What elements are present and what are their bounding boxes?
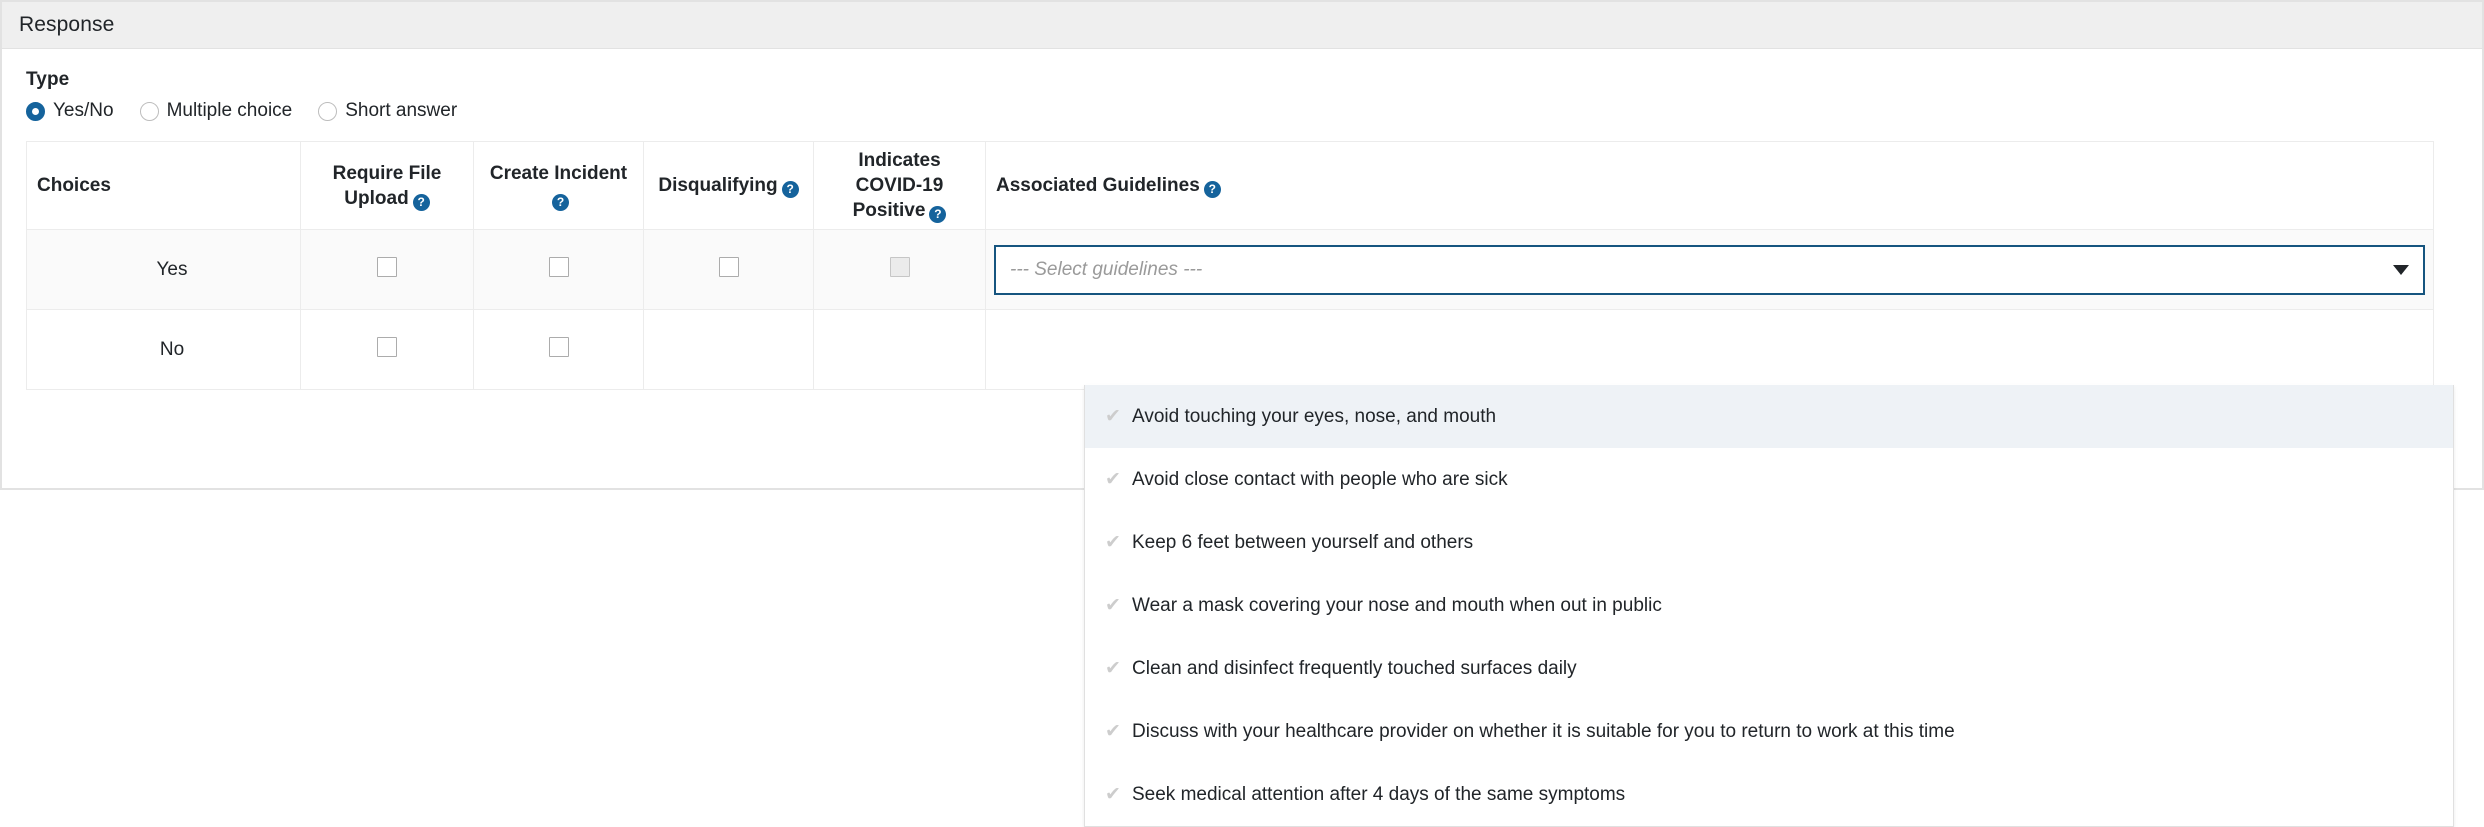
dropdown-option-2[interactable]: ✔ Keep 6 feet between yourself and other… [1085,511,2453,574]
header-disqualifying: Disqualifying? [643,140,814,231]
dropdown-option-4[interactable]: ✔ Clean and disinfect frequently touched… [1085,637,2453,700]
radio-dot-icon [26,101,45,121]
cell-associated-guidelines-yes: --- Select guidelines --- [985,229,2434,311]
dropdown-option-5[interactable]: ✔ Discuss with your healthcare provider … [1085,700,2453,763]
header-create-incident: Create Incident? [473,140,644,231]
guidelines-select-value: --- Select guidelines --- [1010,258,1203,280]
header-choices: Choices [26,140,301,231]
dropdown-option-label: Clean and disinfect frequently touched s… [1132,657,1577,679]
radio-dot-icon [139,101,159,121]
check-icon: ✔ [1105,784,1121,805]
choice-label: Yes [156,258,188,280]
cell-associated-guidelines-no [985,309,2434,391]
dropdown-option-label: Keep 6 feet between yourself and others [1132,531,1474,553]
choice-label: No [159,338,185,360]
check-icon: ✔ [1105,532,1121,553]
checkbox-require-file-upload[interactable] [377,256,397,277]
cell-choice-no: No [26,309,301,391]
header-associated-guidelines-label: Associated Guidelines [996,175,1200,197]
panel-body: Type Yes/No Multiple choice Short answer… [2,49,2482,391]
check-icon: ✔ [1105,595,1121,616]
dropdown-option-label: Avoid touching your eyes, nose, and mout… [1132,405,1497,427]
check-icon: ✔ [1105,406,1121,427]
chevron-down-icon [2393,264,2409,275]
help-icon[interactable]: ? [412,193,430,211]
checkbox-create-incident[interactable] [548,256,569,277]
cell-indicates-covid-positive-no [813,309,986,391]
help-icon[interactable]: ? [552,193,569,211]
panel-header: Response [2,2,2482,49]
table-row: Yes --- Select guidelines --- [26,229,2434,311]
check-icon: ✔ [1105,658,1121,679]
dropdown-option-label: Seek medical attention after 4 days of t… [1132,783,1626,805]
cell-indicates-covid-positive-yes [813,229,986,311]
radio-dot-icon [318,101,338,121]
header-disqualifying-label: Disqualifying [658,175,778,197]
radio-short-answer-label: Short answer [345,100,458,121]
cell-disqualifying-no [643,309,814,391]
dropdown-option-label: Wear a mask covering your nose and mouth… [1132,594,1662,616]
dropdown-option-label: Avoid close contact with people who are … [1132,468,1508,490]
table-row: No [26,309,2434,391]
radio-yes-no[interactable]: Yes/No [26,100,114,122]
cell-create-incident-yes [473,229,644,311]
choices-table-head: Choices Require File Upload? Create Inci… [26,140,2434,231]
cell-require-file-upload-no [300,309,474,391]
cell-choice-yes: Yes [26,229,301,311]
checkbox-disqualifying[interactable] [718,256,739,277]
type-radio-group: Yes/No Multiple choice Short answer [26,100,2458,122]
header-require-file-upload: Require File Upload? [300,140,474,231]
radio-multiple-choice-label: Multiple choice [166,100,293,121]
dropdown-option-6[interactable]: ✔ Seek medical attention after 4 days of… [1085,763,2453,826]
radio-short-answer[interactable]: Short answer [318,100,457,122]
checkbox-indicates-covid-positive [889,256,910,277]
dropdown-option-0[interactable]: ✔ Avoid touching your eyes, nose, and mo… [1085,385,2453,448]
choices-table: Choices Require File Upload? Create Inci… [26,140,2434,391]
type-label: Type [26,69,70,90]
guidelines-dropdown-menu: ✔ Avoid touching your eyes, nose, and mo… [1084,385,2454,827]
check-icon: ✔ [1105,721,1121,742]
help-icon[interactable]: ? [929,206,947,224]
guidelines-select[interactable]: --- Select guidelines --- [994,244,2425,295]
header-indicates-covid-positive: Indicates COVID-19 Positive? [813,140,986,231]
table-header-row: Choices Require File Upload? Create Inci… [26,140,2434,231]
choices-table-body: Yes --- Select guidelines --- No [26,229,2434,391]
dropdown-option-1[interactable]: ✔ Avoid close contact with people who ar… [1085,448,2453,511]
help-icon[interactable]: ? [1203,181,1221,199]
cell-disqualifying-yes [643,229,814,311]
checkbox-require-file-upload[interactable] [377,336,397,357]
cell-create-incident-no [473,309,644,391]
dropdown-option-label: Discuss with your healthcare provider on… [1132,720,1955,742]
dropdown-option-3[interactable]: ✔ Wear a mask covering your nose and mou… [1085,574,2453,637]
radio-yes-no-label: Yes/No [53,100,114,121]
header-associated-guidelines: Associated Guidelines? [985,140,2434,231]
cell-require-file-upload-yes [300,229,474,311]
help-icon[interactable]: ? [781,181,799,199]
radio-multiple-choice[interactable]: Multiple choice [139,100,293,122]
page-title: Response [19,13,115,36]
check-icon: ✔ [1105,469,1121,490]
checkbox-create-incident[interactable] [548,336,569,357]
header-create-incident-label: Create Incident [489,162,628,184]
header-choices-label: Choices [37,175,111,197]
